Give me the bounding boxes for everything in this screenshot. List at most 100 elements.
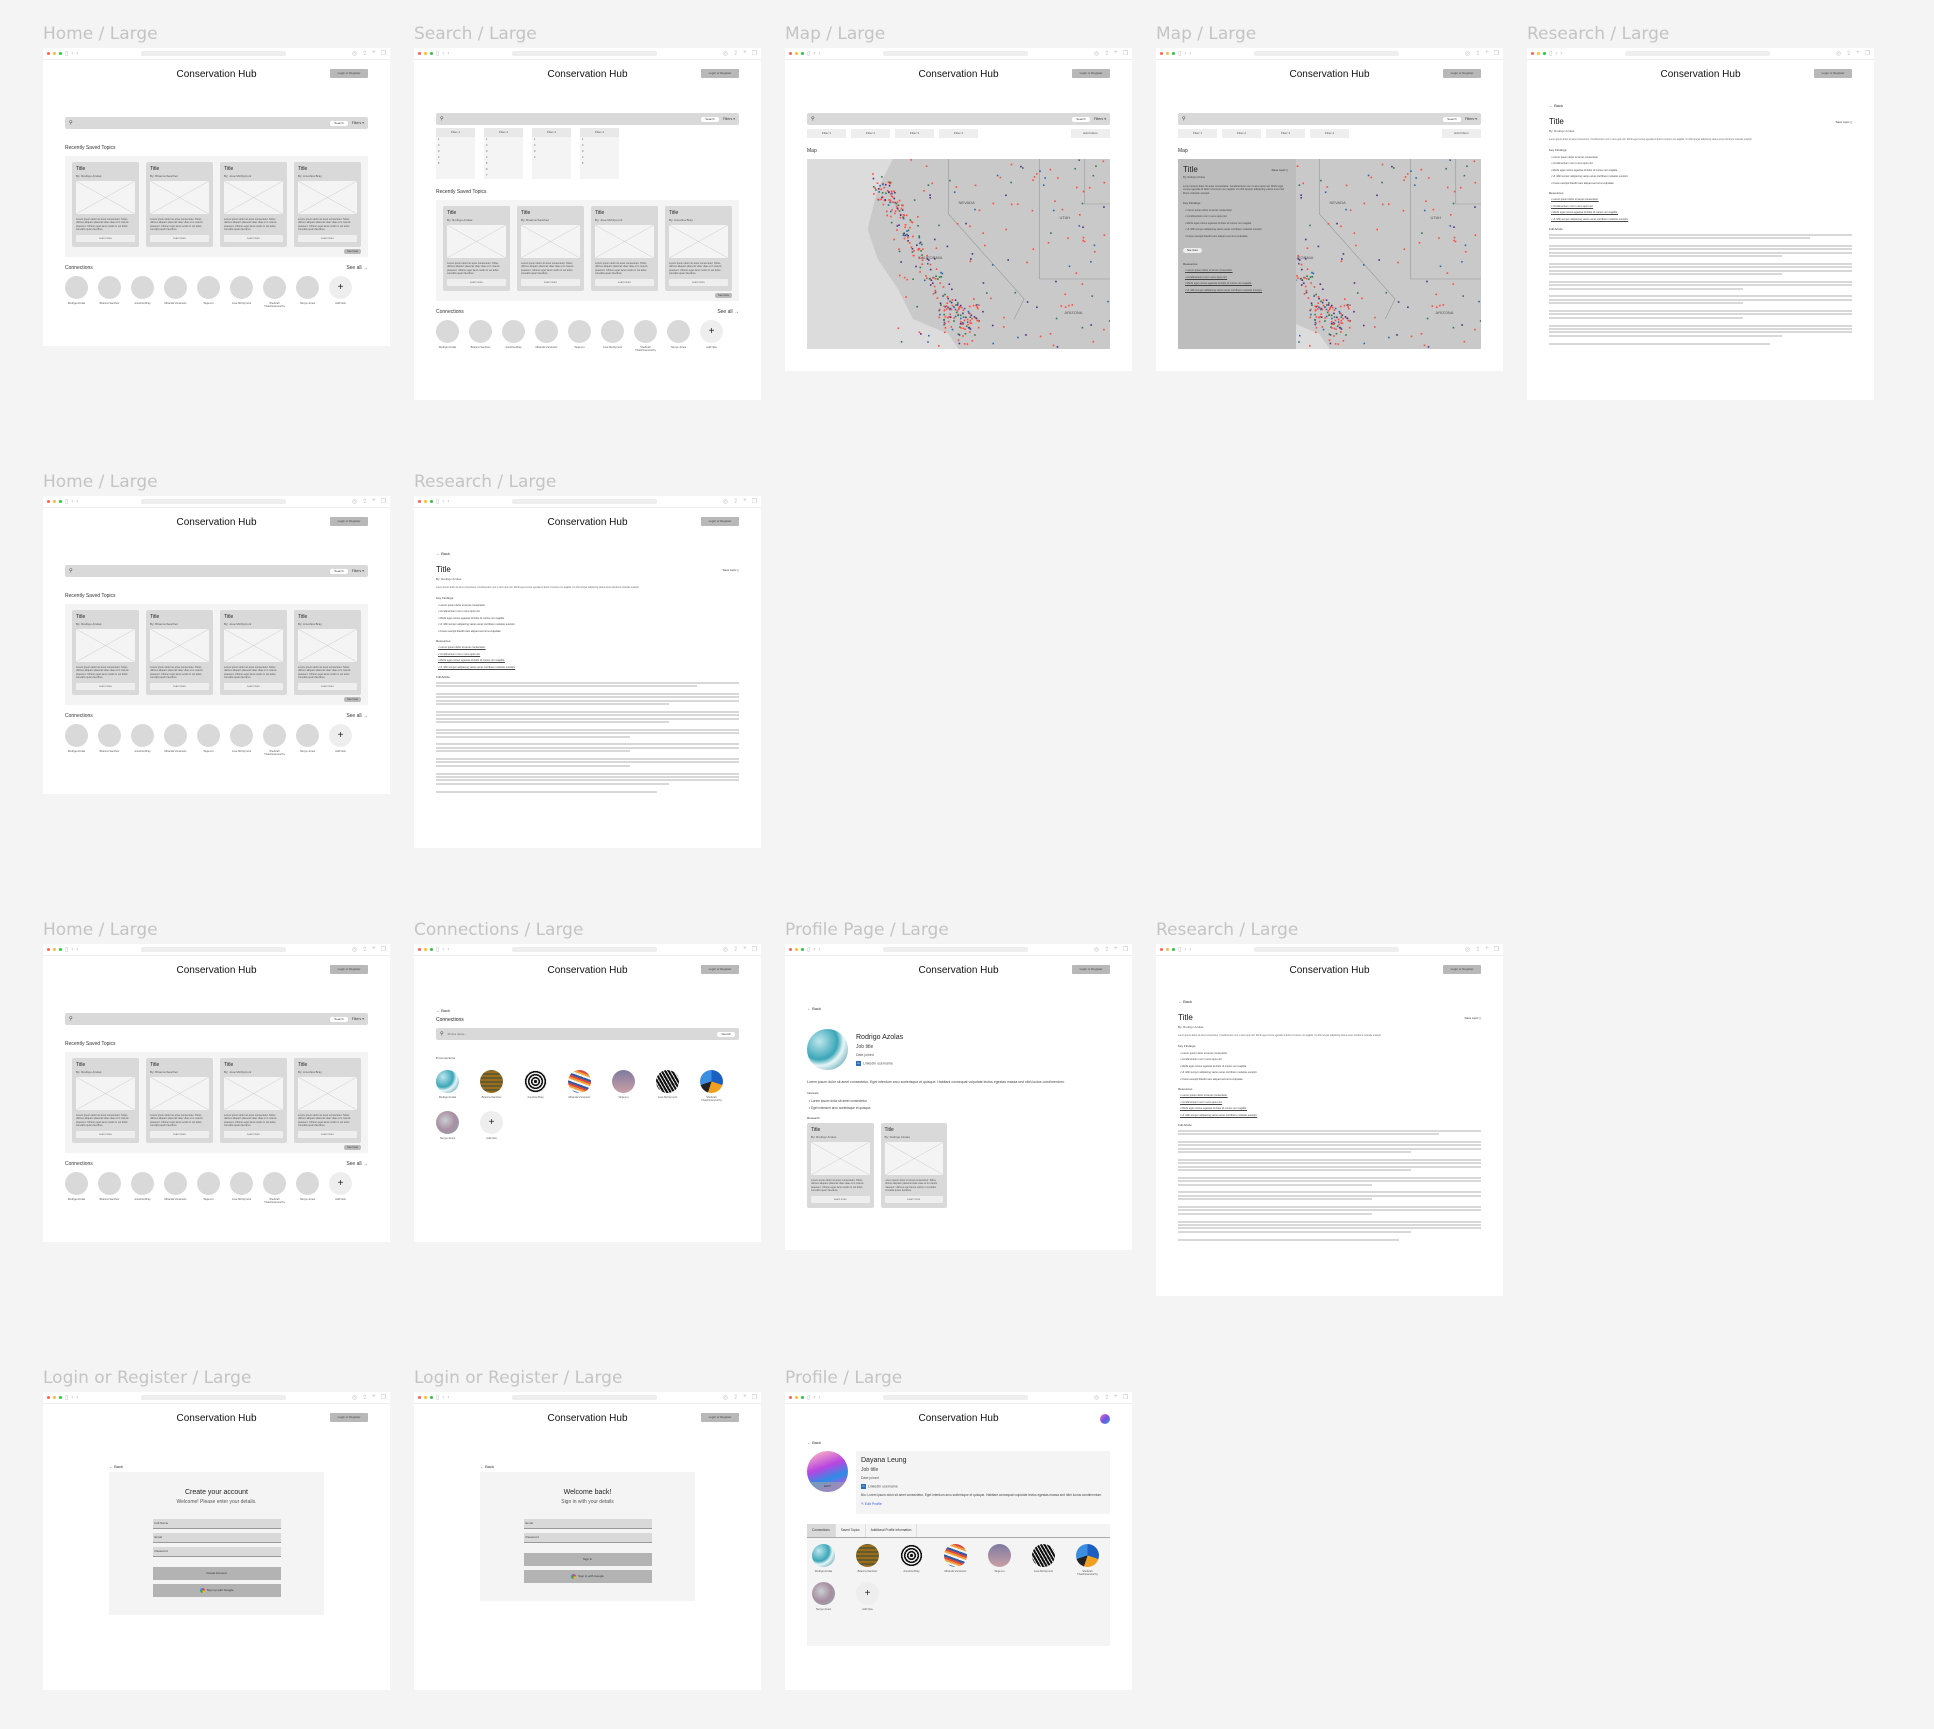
connection-item[interactable]: Anushna Bray (131, 724, 154, 757)
address-bar[interactable] (1254, 51, 1400, 56)
back-arrow-icon[interactable]: ‹ (71, 947, 73, 953)
connection-item[interactable]: Tamya Jones (296, 724, 319, 757)
search-bar[interactable]: ⚲ Search Filters ▾ (807, 113, 1110, 125)
connection-item[interactable]: Anushna Bray (900, 1543, 923, 1577)
connection-item[interactable]: Rodrigo Azolas (65, 276, 88, 309)
topic-card[interactable]: Title By: Brianna Sanchez Lorem ipsum dolo… (517, 206, 584, 291)
site-title[interactable]: Conservation Hub (918, 1413, 998, 1424)
share-icon[interactable]: ⇪ (733, 946, 738, 953)
minimize-dot-icon[interactable] (424, 948, 427, 951)
filters-dropdown[interactable]: Filters ▾ (352, 121, 364, 125)
share-icon[interactable]: ⇪ (362, 1394, 367, 1401)
save-topic-button[interactable]: Save topic ▯ (1271, 168, 1288, 172)
minimize-dot-icon[interactable] (424, 1396, 427, 1399)
connection-item[interactable]: Anushna Bray (131, 276, 154, 309)
tab-connections[interactable]: Connections (807, 1523, 836, 1537)
search-bar[interactable]: ⚲ Search Filters ▾ (1178, 113, 1481, 125)
edit-profile-link[interactable]: ✎ Edit Profile (861, 1502, 1105, 1506)
minimize-dot-icon[interactable] (53, 500, 56, 503)
resource-link[interactable]: Ut nibh tempor adipiscing varius amet ni… (1180, 1114, 1481, 1117)
google-button[interactable]: Sign up with Google (152, 1584, 281, 1597)
search-bar[interactable]: ⚲ Search Filters ▾ (436, 113, 739, 125)
edit-filters-button[interactable]: Edit Filters (1442, 129, 1481, 138)
topic-card[interactable]: Title By: Rodrigo Azolas Lorem ipsum dolor… (880, 1123, 947, 1208)
maximize-dot-icon[interactable] (59, 1396, 62, 1399)
new-tab-icon[interactable]: + (743, 1394, 747, 1401)
tabs-icon[interactable]: ❐ (752, 50, 757, 57)
back-link[interactable]: ← Back (109, 1464, 390, 1469)
download-icon[interactable]: ◎ (1094, 1394, 1099, 1401)
sidebar-icon[interactable]: ▯ (1178, 946, 1181, 953)
address-bar[interactable] (141, 947, 287, 952)
add-new-connection[interactable]: + Add New (329, 724, 352, 757)
learn-more-button[interactable]: Learn more (224, 235, 283, 242)
connection-item[interactable]: Jose McClymont (1032, 1543, 1055, 1577)
connection-item[interactable]: Brianna Sanchez (98, 724, 121, 757)
connection-item[interactable]: Brianna Sanchez (480, 1070, 503, 1103)
address-bar[interactable] (1625, 51, 1771, 56)
edit-filters-button[interactable]: Edit Filters (1071, 129, 1110, 138)
connections-search[interactable]: ⚲ Find a name... Search (436, 1028, 739, 1040)
sidebar-icon[interactable]: ▯ (1549, 50, 1552, 57)
search-button[interactable]: Search (1443, 116, 1461, 122)
tabs-icon[interactable]: ❐ (1494, 946, 1499, 953)
see-all-link[interactable]: See all → (346, 265, 368, 271)
minimize-dot-icon[interactable] (1166, 52, 1169, 55)
site-title[interactable]: Conservation Hub (176, 1413, 256, 1424)
connection-item[interactable]: Tamya Jones (667, 320, 690, 353)
site-title[interactable]: Conservation Hub (918, 69, 998, 80)
connection-item[interactable]: Rodrigo Azolas (65, 1172, 88, 1205)
learn-more-button[interactable]: Learn more (669, 279, 728, 286)
topic-card[interactable]: Title By: Anushna Bray Lorem ipsum dolor s… (294, 162, 361, 247)
close-dot-icon[interactable] (47, 948, 50, 951)
connection-item[interactable]: Shebnah Thatchinamoorthy (263, 1172, 286, 1205)
tabs-icon[interactable]: ❐ (381, 498, 386, 505)
site-title[interactable]: Conservation Hub (176, 69, 256, 80)
new-tab-icon[interactable]: + (372, 946, 376, 953)
user-avatar-menu[interactable] (1100, 1414, 1110, 1424)
resource-link[interactable]: Ut nibh tempor adipiscing varius amet ni… (438, 666, 739, 669)
share-icon[interactable]: ⇪ (733, 50, 738, 57)
connection-item[interactable]: Tanja Liu (197, 1172, 220, 1205)
resource-link[interactable]: Lorem ipsum dolor sit amet consectetur. (1185, 269, 1291, 272)
learn-more-button[interactable]: Learn more (224, 683, 283, 690)
back-arrow-icon[interactable]: ‹ (1555, 51, 1557, 57)
connection-item[interactable]: Shebnah Thatchinamoorthy (700, 1070, 723, 1103)
back-arrow-icon[interactable]: ‹ (71, 1395, 73, 1401)
close-dot-icon[interactable] (789, 1396, 792, 1399)
login-register-button[interactable]: Login or Register (330, 69, 368, 78)
new-tab-icon[interactable]: + (1485, 946, 1489, 953)
topic-card[interactable]: Title By: Rodrigo Azolas Lorem ipsum dolor… (807, 1123, 874, 1208)
minimize-dot-icon[interactable] (795, 52, 798, 55)
input-email[interactable]: Email (523, 1519, 652, 1529)
share-icon[interactable]: ⇪ (362, 50, 367, 57)
resource-link[interactable]: Morbi eget cursus egestas id dolor id cu… (438, 659, 739, 662)
resource-link[interactable]: Ut nibh tempor adipiscing varius amet ni… (1185, 289, 1291, 292)
tabs-icon[interactable]: ❐ (381, 50, 386, 57)
topic-card[interactable]: Title By: Jose McClymont Lorem ipsum dolor… (591, 206, 658, 291)
minimize-dot-icon[interactable] (424, 52, 427, 55)
search-button[interactable]: Search (717, 1031, 735, 1037)
connection-item[interactable]: Rodrigo Azolas (436, 320, 459, 353)
learn-more-button[interactable]: Learn more (150, 683, 209, 690)
learn-more-button[interactable]: Learn more (298, 1131, 357, 1138)
maximize-dot-icon[interactable] (801, 1396, 804, 1399)
filter-button[interactable]: Filter 1 (807, 129, 846, 138)
search-button[interactable]: Search (330, 1016, 348, 1022)
back-link[interactable]: ← Back (436, 1008, 739, 1013)
filters-dropdown[interactable]: Filters ▾ (352, 569, 364, 573)
new-tab-icon[interactable]: + (1485, 50, 1489, 57)
learn-more-button[interactable]: Learn more (224, 1131, 283, 1138)
login-register-button[interactable]: Login or Register (1072, 965, 1110, 974)
sidebar-icon[interactable]: ▯ (65, 946, 68, 953)
connection-item[interactable]: Tanja Liu (988, 1543, 1011, 1577)
forward-arrow-icon[interactable]: › (1189, 51, 1191, 57)
topic-card[interactable]: Title By: Rodrigo Azolas Lorem ipsum dolor… (72, 162, 139, 247)
filter-button[interactable]: Filter 2 (1222, 129, 1261, 138)
connection-item[interactable]: Tamya Jones (296, 276, 319, 309)
connection-item[interactable]: Miranda Vucanovic (944, 1543, 967, 1577)
connection-item[interactable]: Brianna Sanchez (469, 320, 492, 353)
site-title[interactable]: Conservation Hub (1660, 69, 1740, 80)
login-register-button[interactable]: Login or Register (1814, 69, 1852, 78)
filters-dropdown[interactable]: Filters ▾ (352, 1017, 364, 1021)
